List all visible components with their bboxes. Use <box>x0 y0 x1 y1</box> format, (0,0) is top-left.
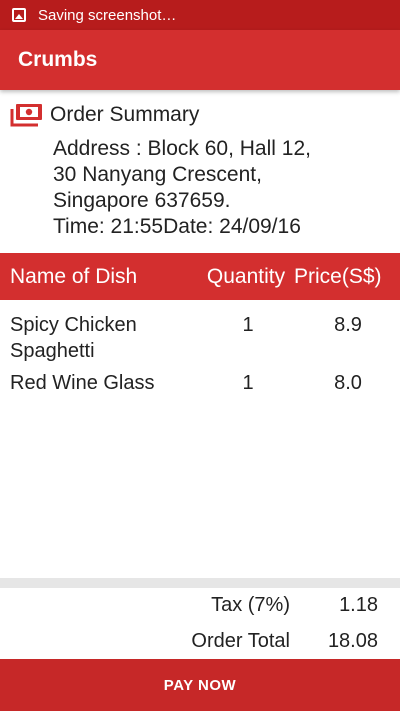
order-total-row: Order Total 18.08 <box>0 626 400 662</box>
order-summary-title: Order Summary <box>50 103 200 126</box>
table-row: Spicy Chicken Spaghetti 1 8.9 <box>0 312 400 364</box>
address-line-2: 30 Nanyang Crescent, <box>53 163 262 186</box>
dish-quantity: 1 <box>242 314 254 336</box>
dish-price: 8.9 <box>334 314 362 336</box>
header-dish-name: Name of Dish <box>10 264 138 288</box>
order-total-label: Order Total <box>191 630 290 652</box>
money-icon <box>10 104 42 127</box>
order-summary-header: Order Summary <box>0 98 400 132</box>
dish-price: 8.0 <box>334 372 362 394</box>
address-line-1: Address : Block 60, Hall 12, <box>53 137 311 160</box>
tax-label: Tax (7%) <box>211 594 290 616</box>
dish-name: Spicy Chicken Spaghetti <box>10 314 137 362</box>
order-total-value: 18.08 <box>327 630 378 652</box>
table-row: Red Wine Glass 1 8.0 <box>0 370 400 396</box>
header-quantity: Quantity <box>206 264 286 288</box>
time-date: Time: 21:55Date: 24/09/16 <box>53 215 301 238</box>
order-items: Spicy Chicken Spaghetti 1 8.9 Red Wine G… <box>0 312 400 402</box>
tax-value: 1.18 <box>339 594 378 616</box>
pay-now-button[interactable]: PAY NOW <box>0 659 400 711</box>
app-title: Crumbs <box>18 48 98 71</box>
dish-name: Red Wine Glass <box>10 372 155 394</box>
tax-row: Tax (7%) 1.18 <box>0 590 400 626</box>
table-header: Name of Dish Quantity Price(S$) <box>0 253 400 300</box>
section-divider <box>0 578 400 588</box>
image-icon <box>12 8 26 22</box>
address-line-3: Singapore 637659. <box>53 189 231 212</box>
status-bar: Saving screenshot… <box>0 0 400 30</box>
order-summary: Order Summary Address : Block 60, Hall 1… <box>0 98 400 240</box>
dish-quantity: 1 <box>242 372 254 394</box>
order-totals: Tax (7%) 1.18 Order Total 18.08 <box>0 590 400 662</box>
order-details: Address : Block 60, Hall 12, 30 Nanyang … <box>0 136 400 240</box>
header-price: Price(S$) <box>294 264 382 288</box>
app-bar: Crumbs <box>0 30 400 90</box>
status-text: Saving screenshot… <box>38 6 177 24</box>
